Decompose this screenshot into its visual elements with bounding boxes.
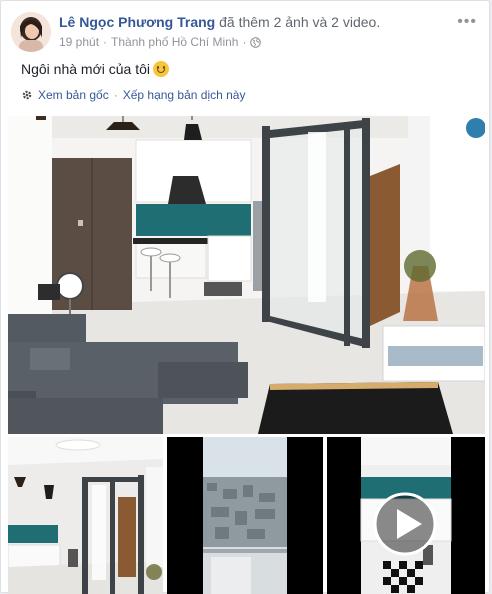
meta-separator: · (103, 35, 108, 49)
translation-bar: Xem bản gốc · Xếp hạng bản dịch này (21, 88, 245, 102)
city-view-illustration (167, 437, 323, 594)
avatar-image (11, 12, 51, 52)
post-text-content: Ngôi nhà mới của tôi (21, 61, 151, 77)
post-meta: 19 phút · Thành phố Hồ Chí Minh · (59, 35, 262, 49)
living-room-illustration (8, 116, 485, 434)
play-icon-graphic (373, 492, 437, 556)
author-name[interactable]: Lê Ngọc Phương Trang (59, 14, 215, 30)
see-original-link[interactable]: Xem bản gốc (38, 88, 109, 102)
play-icon[interactable] (372, 491, 438, 557)
post-location[interactable]: Thành phố Hồ Chí Minh (111, 35, 238, 49)
meta-separator: · (242, 35, 247, 49)
globe-icon[interactable] (250, 36, 262, 48)
glass-partition-photo[interactable] (8, 437, 163, 594)
city-view-video[interactable] (167, 437, 323, 594)
translate-separator: · (113, 88, 118, 102)
more-options-icon[interactable]: ••• (457, 13, 477, 31)
kitchen-video[interactable] (327, 437, 485, 594)
post-text: Ngôi nhà mới của tôi (21, 61, 170, 77)
post-time[interactable]: 19 phút (59, 35, 99, 49)
post-header: Lê Ngọc Phương Trang đã thêm 2 ảnh và 2 … (59, 14, 380, 30)
feed-post: Lê Ngọc Phương Trang đã thêm 2 ảnh và 2 … (0, 0, 490, 594)
living-room-photo[interactable] (8, 116, 485, 434)
smiling-face-emoji (153, 61, 170, 77)
rate-translation-link[interactable]: Xếp hạng bản dịch này (123, 88, 246, 102)
post-action: đã thêm 2 ảnh và 2 video. (219, 14, 381, 30)
gear-icon (22, 90, 32, 100)
avatar[interactable] (11, 12, 51, 52)
glass-partition-illustration (8, 437, 163, 594)
